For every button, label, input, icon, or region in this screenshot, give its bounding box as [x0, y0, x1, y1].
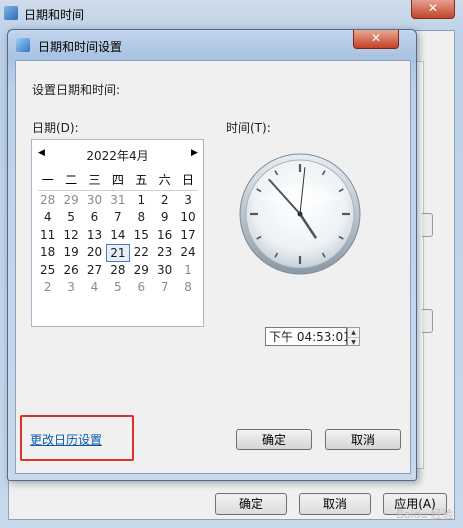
analog-clock [239, 153, 361, 275]
spin-down-icon[interactable]: ▼ [348, 337, 359, 347]
background-close-button[interactable]: ✕ [411, 0, 455, 19]
calendar-day[interactable]: 3 [176, 192, 199, 210]
calendar-day[interactable]: 26 [59, 262, 82, 280]
dialog-app-icon [16, 38, 30, 52]
calendar-week-row: 11 12 13 14 15 16 17 [36, 227, 200, 245]
calendar-day[interactable]: 22 [130, 244, 153, 262]
calendar-day-other-month[interactable]: 30 [83, 192, 106, 210]
set-date-time-heading: 设置日期和时间: [32, 83, 121, 97]
background-button-edge[interactable] [422, 213, 433, 237]
calendar-day-other-month[interactable]: 1 [176, 262, 199, 280]
calendar-week-row: 25 26 27 28 29 30 1 [36, 262, 200, 280]
weekday-header: 二 [65, 173, 78, 187]
background-button-edge[interactable] [422, 309, 433, 333]
change-calendar-settings-link[interactable]: 更改日历设置 [30, 431, 102, 448]
weekday-header: 五 [135, 173, 148, 187]
calendar-day-other-month[interactable]: 2 [36, 279, 59, 297]
calendar-day-other-month[interactable]: 5 [106, 279, 129, 297]
calendar-day[interactable]: 14 [106, 227, 129, 245]
calendar-day-other-month[interactable]: 6 [130, 279, 153, 297]
calendar-day[interactable]: 18 [36, 244, 59, 262]
calendar-week-row: 2345678 [36, 279, 200, 297]
calendar-day[interactable]: 28 [106, 262, 129, 280]
calendar-day[interactable]: 6 [83, 209, 106, 227]
cancel-button[interactable]: 取消 [325, 429, 401, 450]
calendar-day[interactable]: 19 [59, 244, 82, 262]
date-time-app-icon [4, 6, 18, 20]
weekday-header-row: 一二三四五六日 [36, 172, 200, 190]
calendar-day[interactable]: 5 [59, 209, 82, 227]
dialog-close-button[interactable]: ✕ [353, 30, 399, 49]
calendar-day-other-month[interactable]: 28 [36, 192, 59, 210]
weekday-separator [38, 189, 198, 191]
calendar-week-row: 28 29 30 31 1 2 3 [36, 192, 200, 210]
calendar-day[interactable]: 27 [83, 262, 106, 280]
calendar-day[interactable]: 30 [153, 262, 176, 280]
calendar-day[interactable]: 13 [83, 227, 106, 245]
calendar-day-other-month[interactable]: 7 [153, 279, 176, 297]
calendar-day-other-month[interactable]: 4 [83, 279, 106, 297]
calendar-week-row: 4 5 6 7 8 9 10 [36, 209, 200, 227]
calendar-day[interactable]: 23 [153, 244, 176, 262]
calendar-day[interactable]: 9 [153, 209, 176, 227]
calendar-day-other-month[interactable]: 3 [59, 279, 82, 297]
calendar-month-title[interactable]: 2022年4月 [32, 147, 203, 164]
weekday-header: 六 [158, 173, 171, 187]
background-window-title: 日期和时间 [24, 8, 85, 22]
calendar-day[interactable]: 24 [176, 244, 199, 262]
weekday-header: 一 [41, 173, 54, 187]
calendar-day[interactable]: 20 [83, 244, 106, 262]
clock-center-pin [297, 211, 303, 217]
calendar-day-other-month[interactable]: 8 [176, 279, 199, 297]
time-label: 时间(T): [226, 121, 271, 135]
watermark: Baidu 经验 [396, 508, 453, 521]
calendar-day[interactable]: 25 [36, 262, 59, 280]
date-label: 日期(D): [32, 121, 79, 135]
calendar-day[interactable]: 12 [59, 227, 82, 245]
time-spin-buttons[interactable]: ▲ ▼ [347, 327, 360, 346]
dialog-title: 日期和时间设置 [38, 40, 123, 54]
calendar-day-selected[interactable]: 21 [106, 244, 130, 262]
calendar-day[interactable]: 11 [36, 227, 59, 245]
calendar-week-row: 18 19 20 21 22 23 24 [36, 244, 200, 262]
ok-button[interactable]: 确定 [236, 429, 312, 450]
calendar-day[interactable]: 10 [176, 209, 199, 227]
calendar-day[interactable]: 29 [130, 262, 153, 280]
calendar-day[interactable]: 8 [130, 209, 153, 227]
date-time-settings-dialog: 日期和时间设置 ✕ 设置日期和时间: 日期(D): 时间(T): ◀ 2022年… [7, 29, 417, 481]
spin-up-icon[interactable]: ▲ [348, 328, 359, 337]
calendar-day-other-month[interactable]: 29 [59, 192, 82, 210]
weekday-header: 三 [88, 173, 101, 187]
next-month-arrow-icon[interactable]: ▶ [191, 148, 198, 158]
calendar-day[interactable]: 15 [130, 227, 153, 245]
month-calendar[interactable]: ◀ 2022年4月 ▶ 一二三四五六日 28 29 30 31 1 2 3 4 5 6 7 8 9 10 1… [31, 139, 204, 327]
background-cancel-button[interactable]: 取消 [299, 493, 371, 515]
calendar-day[interactable]: 2 [153, 192, 176, 210]
calendar-day[interactable]: 1 [130, 192, 153, 210]
time-input[interactable]: 下午 04:53:01 [265, 327, 351, 346]
background-ok-button[interactable]: 确定 [215, 493, 287, 515]
calendar-day[interactable]: 16 [153, 227, 176, 245]
calendar-day-grid: 一二三四五六日 28 29 30 31 1 2 3 4 5 6 7 8 9 10 11 12 13 14 15 16 1… [36, 172, 200, 297]
dialog-client-area: 设置日期和时间: 日期(D): 时间(T): ◀ 2022年4月 ▶ 一二三四五… [15, 60, 411, 474]
calendar-day[interactable]: 17 [176, 227, 199, 245]
weekday-header: 日 [182, 173, 195, 187]
weekday-header: 四 [111, 173, 124, 187]
calendar-day[interactable]: 4 [36, 209, 59, 227]
calendar-day-other-month[interactable]: 31 [106, 192, 129, 210]
calendar-day[interactable]: 7 [106, 209, 129, 227]
